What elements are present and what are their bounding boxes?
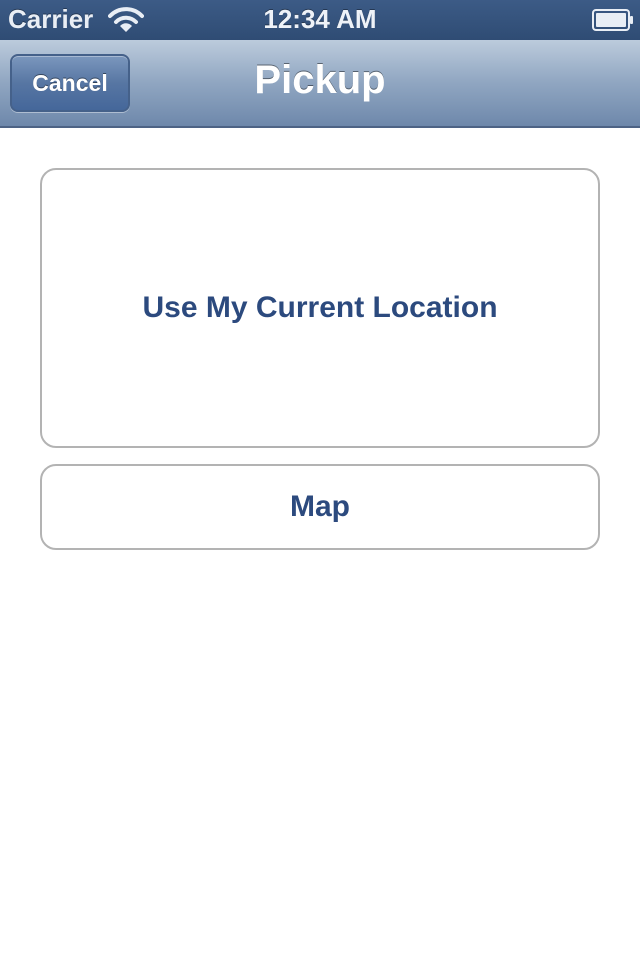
status-bar: Carrier 12:34 AM	[0, 0, 640, 40]
status-time: 12:34 AM	[263, 4, 377, 34]
use-current-location-label: Use My Current Location	[142, 291, 498, 324]
navigation-bar: Cancel Pickup	[0, 40, 640, 128]
page-title: Pickup	[254, 58, 386, 102]
screen: Carrier 12:34 AM Cancel Pickup Use My Cu…	[0, 0, 640, 960]
use-current-location-button[interactable]: Use My Current Location	[40, 168, 600, 448]
battery-icon	[592, 9, 633, 31]
map-button[interactable]: Map	[40, 464, 600, 550]
map-label: Map	[290, 490, 350, 523]
